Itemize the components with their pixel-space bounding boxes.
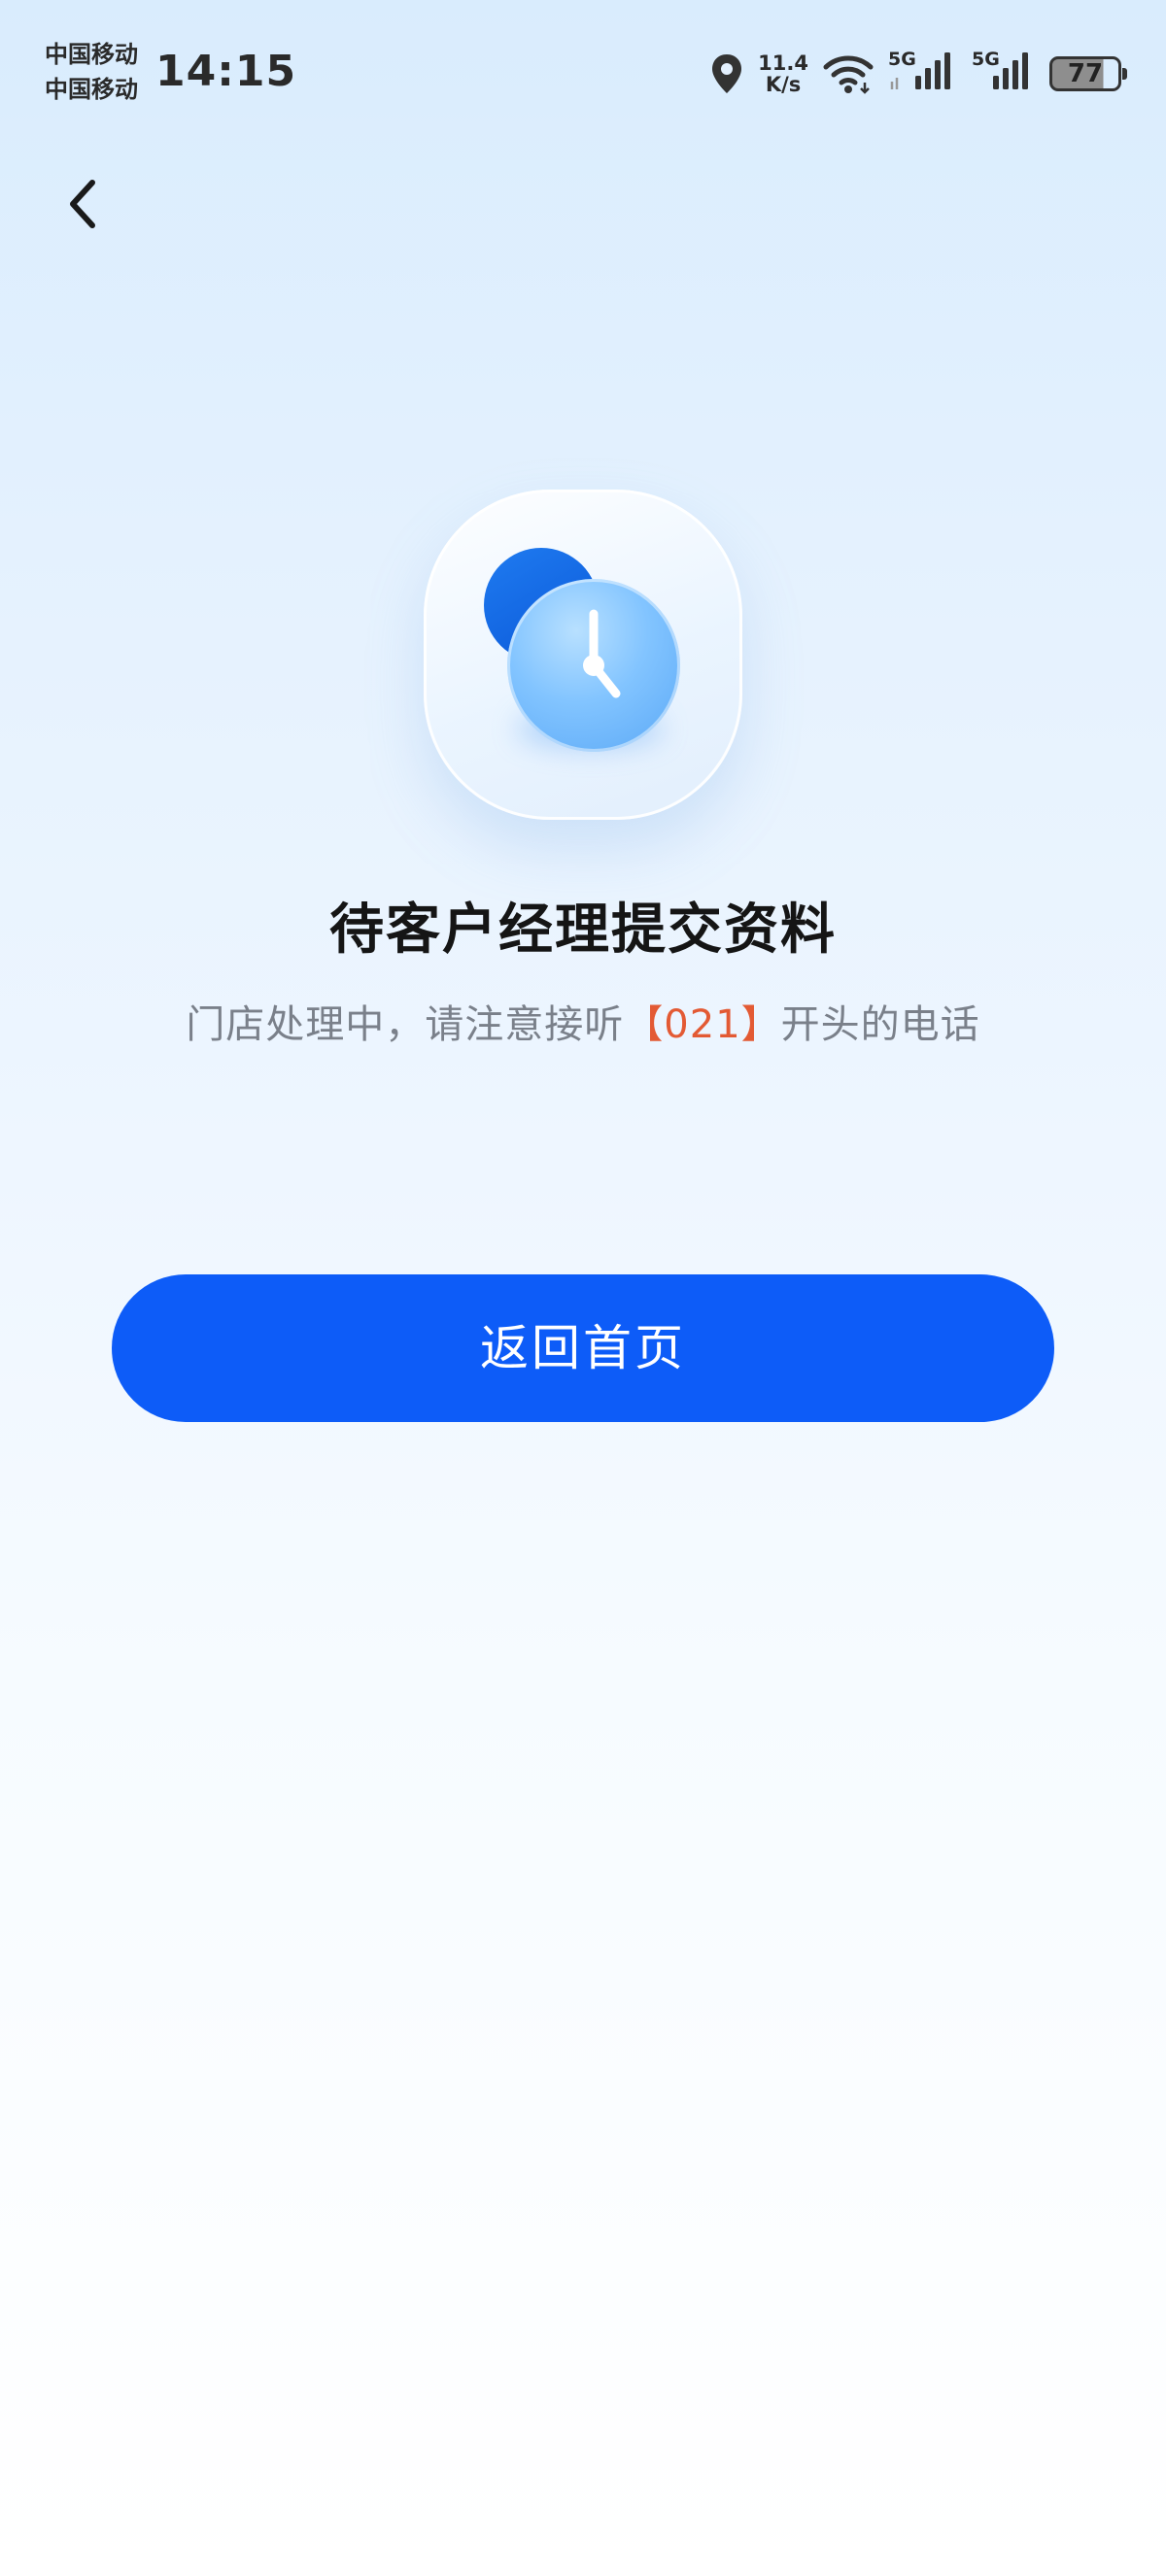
carrier-sim1: 中国移动 [45,41,138,68]
carrier-names: 中国移动 中国移动 [45,39,138,105]
status-bar: 中国移动 中国移动 14:15 11.4 K/s 5G 5G 77 [0,0,1166,146]
clock-icon [507,579,680,752]
status-indicators: 11.4 K/s 5G 5G 77 [709,47,1127,101]
back-button[interactable] [49,165,117,243]
network-speed: 11.4 K/s [758,52,808,95]
return-home-button[interactable]: 返回首页 [112,1274,1054,1422]
wifi-icon [822,53,874,94]
subtitle-text-after: 开头的电话 [780,1002,980,1047]
status-subtitle: 门店处理中，请注意接听【021】开头的电话 [0,991,1166,1059]
network-speed-value: 11.4 [758,51,808,75]
signal-sim2: 5G [972,49,1036,97]
phone-prefix-highlight: 【021】 [624,1002,781,1047]
carrier-sim2: 中国移动 [45,76,138,103]
battery-icon: 77 [1049,56,1127,91]
signal-sim1: 5G [888,49,958,97]
location-icon [709,52,744,95]
network-speed-unit: K/s [765,73,802,96]
status-illustration [420,486,746,826]
chevron-left-icon [70,180,95,228]
status-time: 14:15 [155,47,297,96]
sim2-network-label: 5G [972,49,1000,70]
sim1-network-label: 5G [888,49,916,70]
page-title: 待客户经理提交资料 [329,898,837,962]
subtitle-text-before: 门店处理中，请注意接听 [186,1002,625,1047]
battery-level: 77 [1067,59,1104,88]
